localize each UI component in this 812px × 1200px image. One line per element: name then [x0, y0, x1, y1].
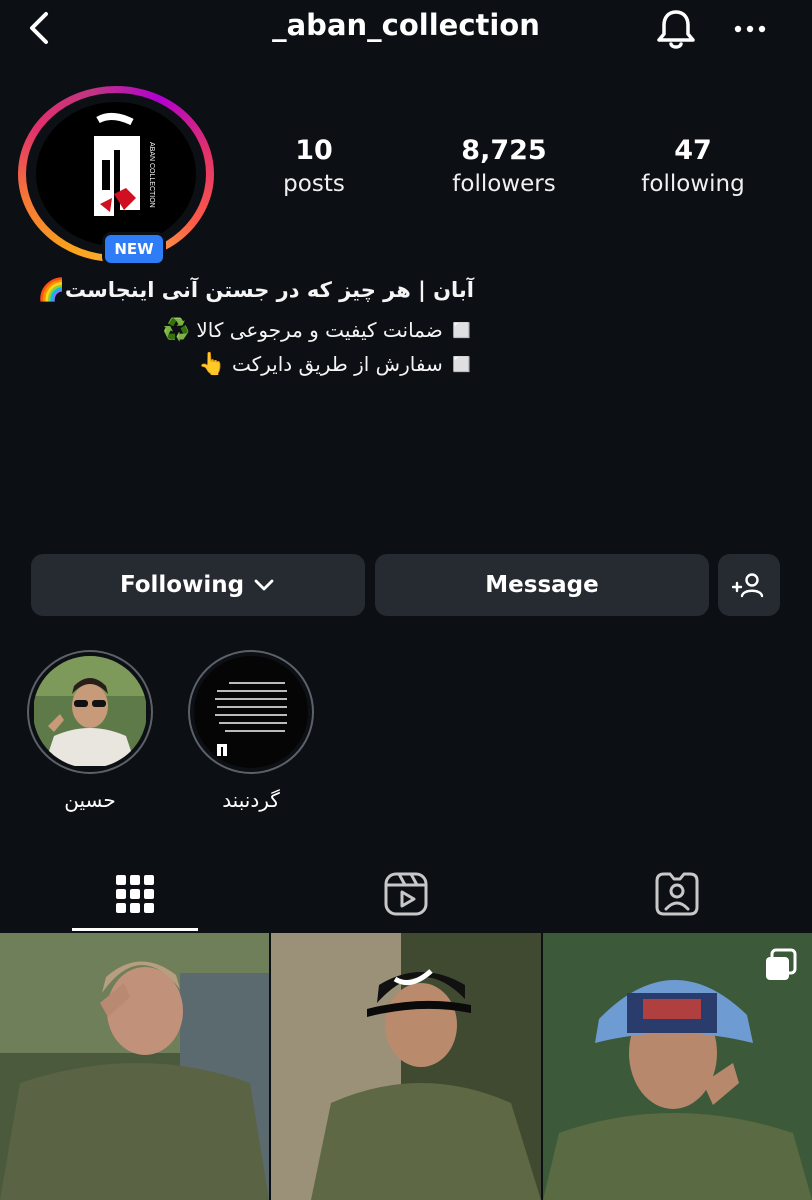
stat-following[interactable]: 47 following	[608, 134, 778, 200]
recycle-emoji: ♻️	[162, 318, 191, 343]
notifications-button[interactable]	[652, 6, 700, 52]
bio-line-3: ◻️ سفارش از طریق دایرکت 👆	[198, 352, 474, 377]
bullet-icon: ◻️	[449, 318, 474, 342]
stat-followers[interactable]: 8,725 followers	[419, 134, 589, 200]
highlight-cover-text	[194, 656, 308, 768]
post-image	[271, 933, 541, 1200]
post-thumbnail[interactable]	[543, 933, 812, 1200]
stat-posts[interactable]: 10 posts	[229, 134, 399, 200]
tagged-icon	[655, 872, 699, 916]
more-options-button[interactable]	[726, 14, 774, 44]
message-button[interactable]: Message	[375, 554, 709, 616]
pointing-up-emoji: 👆	[198, 352, 226, 377]
highlight-item[interactable]: حسین	[27, 650, 153, 812]
highlight-item[interactable]: گردنبند	[188, 650, 314, 812]
rainbow-emoji: 🌈	[37, 278, 65, 303]
add-user-button[interactable]	[718, 554, 780, 616]
tab-reels[interactable]	[271, 858, 541, 930]
profile-avatar[interactable]: ABAN COLLECTION NEW	[18, 86, 214, 266]
active-tab-indicator	[72, 928, 198, 931]
post-thumbnail[interactable]	[271, 933, 541, 1200]
tab-tagged[interactable]	[542, 858, 812, 930]
reels-icon	[384, 872, 428, 916]
more-horizontal-icon	[734, 25, 766, 33]
chevron-down-icon	[254, 579, 274, 591]
top-bar: _aban_collection	[0, 0, 812, 60]
highlight-cover-photo	[33, 656, 147, 768]
bio-line-2: ◻️ ضمانت کیفیت و مرجوعی کالا ♻️	[162, 318, 474, 343]
following-button[interactable]: Following	[31, 554, 365, 616]
tab-posts-grid[interactable]	[0, 858, 270, 930]
add-user-icon	[732, 573, 764, 598]
grid-icon	[116, 875, 154, 913]
bell-icon	[657, 10, 695, 49]
svg-text:ABAN COLLECTION: ABAN COLLECTION	[148, 142, 155, 208]
content-tabs	[0, 858, 812, 932]
posts-grid	[0, 933, 812, 1200]
multi-photo-icon	[766, 948, 797, 980]
bullet-icon: ◻️	[449, 352, 474, 376]
post-thumbnail[interactable]	[0, 933, 269, 1200]
brand-logo: ABAN COLLECTION	[36, 102, 196, 246]
bio-line-1: آبان | هر چیز که در جستن آنی اینجاست🌈	[37, 278, 474, 303]
post-image	[0, 933, 269, 1200]
new-badge[interactable]: NEW	[102, 232, 166, 266]
